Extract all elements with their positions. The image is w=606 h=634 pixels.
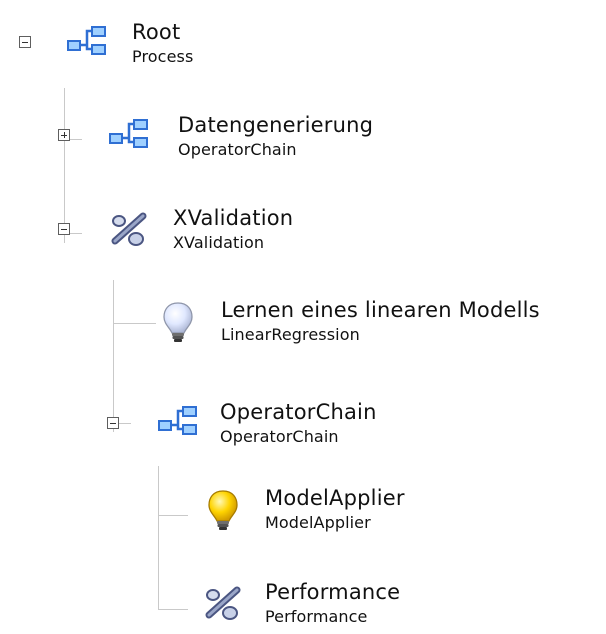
collapse-toggle-operatorchain[interactable] (107, 417, 119, 429)
operator-chain-icon (67, 26, 106, 55)
node-type: ModelApplier (265, 513, 371, 532)
tree-line (113, 280, 114, 432)
percent-validation-icon (205, 586, 241, 620)
tree-node-performance[interactable]: Performance Performance (199, 580, 459, 634)
lightbulb-lit-icon (208, 490, 238, 530)
tree-line (64, 88, 65, 243)
tree-node-root[interactable]: Root Process (63, 20, 273, 74)
tree-line (158, 466, 159, 610)
node-title: Performance (265, 580, 401, 604)
operator-chain-icon (158, 406, 197, 435)
node-type: LinearRegression (221, 325, 360, 344)
node-type: XValidation (173, 233, 265, 252)
node-type: Process (132, 47, 194, 66)
tree-line (158, 515, 188, 516)
node-title: ModelApplier (265, 486, 405, 510)
node-type: OperatorChain (220, 427, 339, 446)
operator-chain-icon (109, 119, 148, 148)
tree-node-modelapplier[interactable]: ModelApplier ModelApplier (199, 486, 459, 540)
node-title: OperatorChain (220, 400, 377, 424)
tree-line (158, 609, 188, 610)
lightbulb-unlit-icon (163, 302, 193, 342)
tree-node-linear-regression[interactable]: Lernen eines linearen Modells LinearRegr… (154, 298, 600, 352)
collapse-toggle-xvalidation[interactable] (58, 223, 70, 235)
node-type: Performance (265, 607, 368, 626)
expand-toggle-datengenerierung[interactable] (58, 129, 70, 141)
tree-node-operatorchain[interactable]: OperatorChain OperatorChain (154, 400, 414, 454)
node-type: OperatorChain (178, 140, 297, 159)
process-tree: Root Process Datengenerierung OperatorCh… (0, 0, 606, 634)
tree-line (113, 323, 156, 324)
percent-validation-icon (111, 212, 147, 246)
node-title: Root (132, 20, 181, 44)
tree-node-datengenerierung[interactable]: Datengenerierung OperatorChain (105, 113, 425, 167)
collapse-toggle-root[interactable] (19, 36, 31, 48)
node-title: Lernen eines linearen Modells (221, 298, 540, 322)
node-title: XValidation (173, 206, 294, 230)
node-title: Datengenerierung (178, 113, 374, 137)
tree-node-xvalidation[interactable]: XValidation XValidation (105, 206, 365, 260)
